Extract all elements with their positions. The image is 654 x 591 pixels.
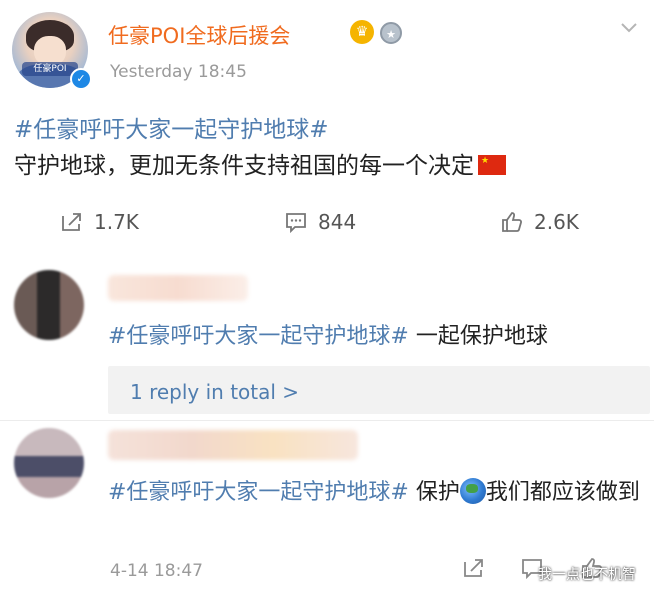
commenter-avatar[interactable] (14, 270, 84, 340)
globe-emoji-icon (459, 478, 486, 504)
avatar-caption: 任豪POI (22, 62, 78, 76)
crown-badge-icon[interactable]: ♛ (350, 20, 374, 44)
post-hashtag[interactable]: #任豪呼吁大家一起守护地球# (14, 110, 329, 144)
like-count: 2.6K (534, 210, 579, 234)
comment-divider (0, 420, 654, 421)
comment-body: 一起保护地球 (408, 324, 548, 349)
comment-icon (286, 213, 306, 234)
share-icon (62, 213, 81, 231)
china-flag-icon: ★ (478, 155, 506, 175)
watermark-text: 我一点也不机智 (538, 567, 636, 583)
comment-text: #任豪呼吁大家一起守护地球# 保护 我们都应该做到 (108, 476, 648, 510)
comment-hashtag[interactable]: #任豪呼吁大家一起守护地球# (108, 324, 409, 349)
author-name[interactable]: 任豪POI全球后援会 (108, 20, 290, 50)
comment-body-end: 我们都应该做到 (485, 480, 640, 505)
comment-repost-button[interactable] (462, 556, 486, 584)
comment-text: #任豪呼吁大家一起守护地球# 一起保护地球 (108, 318, 548, 350)
share-icon (464, 559, 483, 577)
repost-count: 1.7K (94, 210, 139, 234)
comment-hashtag[interactable]: #任豪呼吁大家一起守护地球# (108, 480, 409, 505)
repost-button[interactable]: 1.7K (60, 210, 139, 234)
like-button[interactable]: 2.6K (500, 210, 579, 234)
post-text-content: 守护地球，更加无条件支持祖国的每一个决定 (14, 153, 474, 179)
post-text: 守护地球，更加无条件支持祖国的每一个决定 ★ (14, 146, 506, 180)
view-replies-link[interactable]: 1 reply in total > (130, 380, 299, 404)
commenter-name-blurred (108, 275, 248, 301)
comment-button[interactable]: 844 (284, 210, 356, 234)
post-timestamp: Yesterday 18:45 (110, 62, 247, 82)
comment-count: 844 (318, 210, 357, 234)
comment-timestamp: 4-14 18:47 (110, 561, 203, 581)
commenter-avatar[interactable] (14, 428, 84, 498)
verified-icon: ✓ (70, 68, 92, 90)
chevron-down-icon[interactable] (620, 18, 638, 39)
comment-body-start: 保护 (408, 480, 460, 505)
medal-badge-icon[interactable]: ★ (380, 22, 402, 44)
commenter-name-blurred (108, 430, 358, 460)
thumbs-up-icon (502, 212, 522, 232)
